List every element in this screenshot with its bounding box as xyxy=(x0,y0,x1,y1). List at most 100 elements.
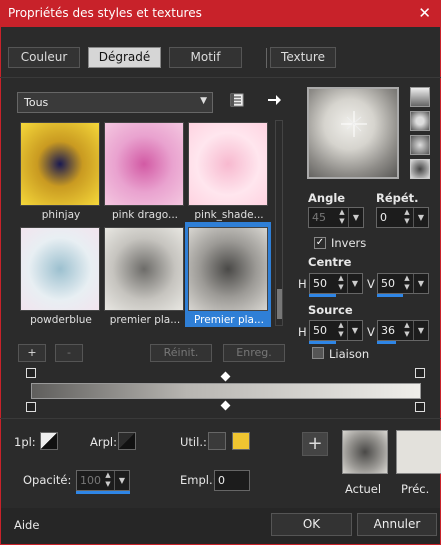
centre-label: Centre xyxy=(308,255,352,269)
repeat-value: 0 xyxy=(380,211,387,224)
chevron-down-icon[interactable]: ▼ xyxy=(114,471,129,490)
gradient-preview[interactable] xyxy=(307,87,399,179)
gallery-item-pink-shade[interactable]: pink_shade... xyxy=(188,122,270,221)
stepper-icon[interactable]: ▲ ▼ xyxy=(336,321,346,340)
foreground-swatch-icon[interactable] xyxy=(40,432,58,450)
divider xyxy=(0,418,441,419)
chevron-down-icon[interactable]: ▼ xyxy=(347,321,362,340)
stepper-icon[interactable]: ▲ ▼ xyxy=(336,274,346,293)
gallery-item-label: pink_shade... xyxy=(194,209,264,221)
gallery-item-pink-drago[interactable]: pink drago... xyxy=(104,122,186,221)
tab-degrade[interactable]: Dégradé xyxy=(88,47,161,68)
linear-style-icon[interactable] xyxy=(410,87,430,107)
help-link[interactable]: Aide xyxy=(14,518,39,532)
arpl-label: Arpl: xyxy=(90,435,117,449)
library-icon[interactable] xyxy=(229,92,245,108)
centre-v-bar xyxy=(377,294,403,297)
save-button[interactable]: Enreg. xyxy=(223,344,285,362)
invert-checkbox[interactable]: ✓ xyxy=(314,237,326,249)
add-to-swatches-button[interactable]: + xyxy=(302,432,328,456)
gallery-item-label: powderblue xyxy=(30,314,92,326)
title-bar: Propriétés des styles et textures ✕ xyxy=(0,0,441,27)
gradient-thumbnail xyxy=(188,122,268,206)
gallery-item-premier-plan-selected[interactable]: Premier pla... xyxy=(188,227,270,326)
chevron-down-icon[interactable]: ▼ xyxy=(348,208,363,227)
centre-h-label: H xyxy=(298,277,307,291)
source-v-value: 36 xyxy=(381,324,395,337)
close-icon[interactable]: ✕ xyxy=(418,4,431,22)
gallery-item-powderblue[interactable]: powderblue xyxy=(20,227,102,326)
radial-style-icon[interactable] xyxy=(410,159,430,179)
chevron-down-icon[interactable]: ▼ xyxy=(413,321,428,340)
centre-h-bar xyxy=(309,294,336,297)
window-title: Propriétés des styles et textures xyxy=(8,6,202,20)
end-color-marker[interactable] xyxy=(415,402,425,412)
source-v-label: V xyxy=(367,325,375,339)
start-stop-top-marker[interactable] xyxy=(26,368,36,378)
empl-field[interactable]: 0 xyxy=(214,470,250,491)
user-color-swatch-yellow[interactable] xyxy=(232,432,250,450)
sunburst-style-icon[interactable] xyxy=(410,135,430,155)
ok-button[interactable]: OK xyxy=(271,513,352,536)
gradient-editor-bar[interactable] xyxy=(31,383,421,399)
util-label: Util.: xyxy=(180,435,207,449)
stepper-icon[interactable]: ▲ ▼ xyxy=(402,208,412,227)
right-arrow-icon[interactable] xyxy=(266,92,282,108)
opacity-bar xyxy=(76,491,130,494)
centre-h-field[interactable]: 50 ▲ ▼ ▼ xyxy=(309,273,363,294)
previous-label: Préc. xyxy=(401,482,430,496)
angle-field[interactable]: 45 ▲ ▼ ▼ xyxy=(308,207,364,228)
chevron-down-icon[interactable]: ▼ xyxy=(413,208,428,227)
gallery-item-phinjay[interactable]: phinjay xyxy=(20,122,102,221)
end-stop-top-marker[interactable] xyxy=(415,368,425,378)
centre-v-label: V xyxy=(367,277,375,291)
stepper-icon[interactable]: ▲ ▼ xyxy=(402,321,412,340)
reset-button[interactable]: Réinit. xyxy=(150,344,212,362)
rectangular-style-icon[interactable] xyxy=(410,111,430,131)
gradient-thumbnail xyxy=(104,227,184,311)
tab-couleur[interactable]: Couleur xyxy=(8,47,80,68)
repeat-field[interactable]: 0 ▲ ▼ ▼ xyxy=(376,207,429,228)
source-h-field[interactable]: 50 ▲ ▼ ▼ xyxy=(309,320,363,341)
link-checkbox[interactable] xyxy=(312,347,324,359)
source-h-bar xyxy=(309,341,336,344)
opacity-label: Opacité: xyxy=(23,473,72,487)
chevron-down-icon: ▼ xyxy=(200,96,207,106)
user-color-swatch[interactable] xyxy=(208,432,226,450)
link-label: Liaison xyxy=(329,347,370,361)
source-h-value: 50 xyxy=(313,324,327,337)
gallery-item-label: pink drago... xyxy=(112,209,178,221)
stepper-icon[interactable]: ▲ ▼ xyxy=(337,208,347,227)
current-label: Actuel xyxy=(345,482,382,496)
stepper-icon[interactable]: ▲ ▼ xyxy=(402,274,412,293)
remove-gradient-button[interactable]: - xyxy=(55,344,83,362)
tab-texture[interactable]: Texture xyxy=(270,47,336,68)
chevron-down-icon[interactable]: ▼ xyxy=(347,274,362,293)
invert-label: Invers xyxy=(331,236,367,250)
previous-gradient-preview[interactable] xyxy=(396,430,441,474)
stepper-icon[interactable]: ▲ ▼ xyxy=(103,471,113,490)
crosshair-icon xyxy=(341,111,367,137)
tab-separator xyxy=(266,48,267,68)
chevron-down-icon[interactable]: ▼ xyxy=(413,274,428,293)
category-select[interactable]: Tous ▼ xyxy=(17,92,213,113)
source-v-field[interactable]: 36 ▲ ▼ ▼ xyxy=(377,320,429,341)
source-h-label: H xyxy=(298,325,307,339)
gradient-thumbnail xyxy=(20,227,100,311)
centre-h-value: 50 xyxy=(313,277,327,290)
current-gradient-preview xyxy=(342,430,388,474)
gallery-scrollbar[interactable] xyxy=(275,120,283,326)
start-color-marker[interactable] xyxy=(26,402,36,412)
background-swatch-icon[interactable] xyxy=(118,432,136,450)
source-v-bar xyxy=(377,341,396,344)
gallery-item-premier-plan[interactable]: premier pla... xyxy=(104,227,186,326)
add-gradient-button[interactable]: + xyxy=(18,344,46,362)
gallery-item-label: Premier pla... xyxy=(194,314,264,326)
centre-v-field[interactable]: 50 ▲ ▼ ▼ xyxy=(377,273,429,294)
tab-motif[interactable]: Motif xyxy=(169,47,242,68)
cancel-button[interactable]: Annuler xyxy=(357,513,437,536)
opacity-field[interactable]: 100 ▲ ▼ ▼ xyxy=(76,470,130,491)
scrollbar-thumb[interactable] xyxy=(277,289,282,319)
gradient-thumbnail xyxy=(20,122,100,206)
source-label: Source xyxy=(308,303,353,317)
